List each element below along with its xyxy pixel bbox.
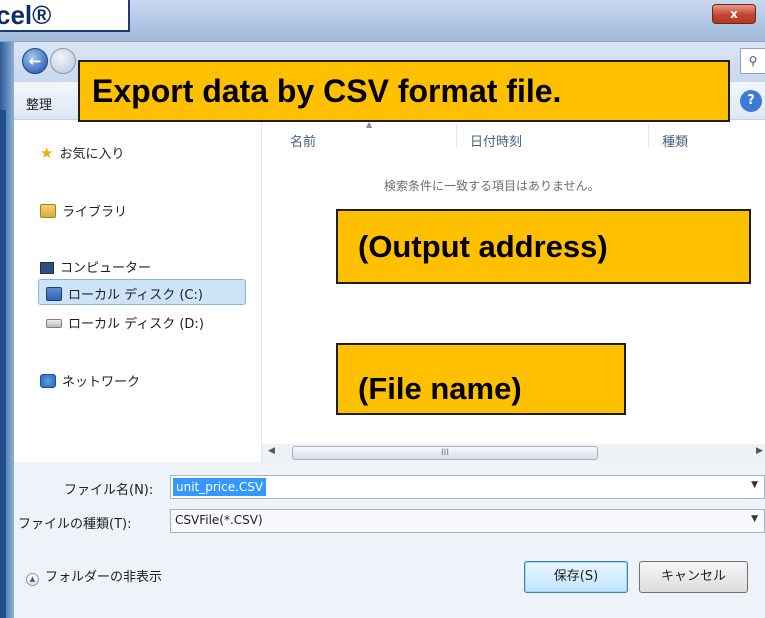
empty-list-message: 検索条件に一致する項目はありません。 (384, 179, 600, 193)
sidebar-item-computer[interactable]: コンピューター (40, 257, 151, 276)
column-header-date[interactable]: 日付時刻 (470, 131, 522, 150)
collapse-icon: ▲ (26, 573, 39, 586)
sidebar-item-label: ライブラリ (62, 205, 128, 220)
filename-label: ファイル名(N): (64, 483, 154, 498)
column-divider[interactable] (456, 124, 457, 148)
computer-icon (40, 262, 54, 274)
column-header-name[interactable]: 名前 (290, 131, 316, 150)
sidebar-item-local-disk-c[interactable]: ローカル ディスク (C:) (46, 284, 203, 303)
column-header-type[interactable]: 種類 (662, 131, 688, 150)
hide-folders-toggle[interactable]: ▲ フォルダーの非表示 (26, 566, 162, 586)
sidebar-item-libraries[interactable]: ライブラリ (40, 201, 127, 220)
chevron-down-icon[interactable]: ▼ (751, 514, 758, 524)
annotation-file-name: (File name) (336, 343, 626, 415)
column-divider[interactable] (648, 124, 649, 148)
sidebar-item-network[interactable]: ネットワーク (40, 371, 140, 390)
forward-button[interactable] (50, 48, 76, 74)
sidebar-item-label: ローカル ディスク (D:) (68, 317, 204, 332)
app-label: cel® (0, 0, 130, 32)
search-icon[interactable]: ⚲ (740, 48, 765, 74)
sidebar-item-favorites[interactable]: ★ お気に入り (40, 143, 124, 162)
scroll-right-icon[interactable]: ▶ (756, 446, 763, 456)
help-icon[interactable]: ? (740, 90, 762, 112)
window-left-border (0, 110, 6, 618)
close-button[interactable]: x (712, 4, 756, 24)
filetype-value: CSVFile(*.CSV) (175, 513, 263, 527)
annotation-title: Export data by CSV format file. (78, 60, 730, 122)
sidebar-item-label: ネットワーク (62, 375, 141, 390)
sidebar-item-local-disk-d[interactable]: ローカル ディスク (D:) (46, 313, 204, 332)
back-arrow-icon: ← (28, 52, 42, 70)
scrollbar-thumb[interactable]: III (292, 446, 598, 460)
back-button[interactable]: ← (22, 48, 48, 74)
local-disk-icon (46, 319, 62, 328)
filetype-select[interactable]: CSVFile(*.CSV) ▼ (170, 509, 765, 533)
organize-button[interactable]: 整理 (26, 94, 52, 113)
sidebar-item-label: コンピューター (60, 261, 152, 276)
hide-folders-label: フォルダーの非表示 (45, 570, 163, 585)
chevron-down-icon[interactable]: ▼ (751, 480, 758, 490)
star-icon: ★ (40, 144, 54, 162)
filename-value: unit_price.CSV (173, 478, 267, 496)
local-disk-icon (46, 287, 62, 301)
library-icon (40, 204, 56, 218)
cancel-button[interactable]: キャンセル (639, 561, 748, 593)
filename-input[interactable]: unit_price.CSV ▼ (170, 475, 765, 499)
save-button[interactable]: 保存(S) (524, 561, 628, 593)
annotation-output-address: (Output address) (336, 209, 751, 284)
scrollbar-grip: III (441, 448, 449, 458)
filetype-label: ファイルの種類(T): (18, 517, 132, 532)
app-label-text: cel® (0, 0, 52, 30)
sidebar-item-label: お気に入り (59, 147, 125, 162)
sidebar-item-label: ローカル ディスク (C:) (68, 288, 203, 303)
network-icon (40, 374, 56, 388)
scroll-left-icon[interactable]: ◀ (268, 446, 275, 456)
